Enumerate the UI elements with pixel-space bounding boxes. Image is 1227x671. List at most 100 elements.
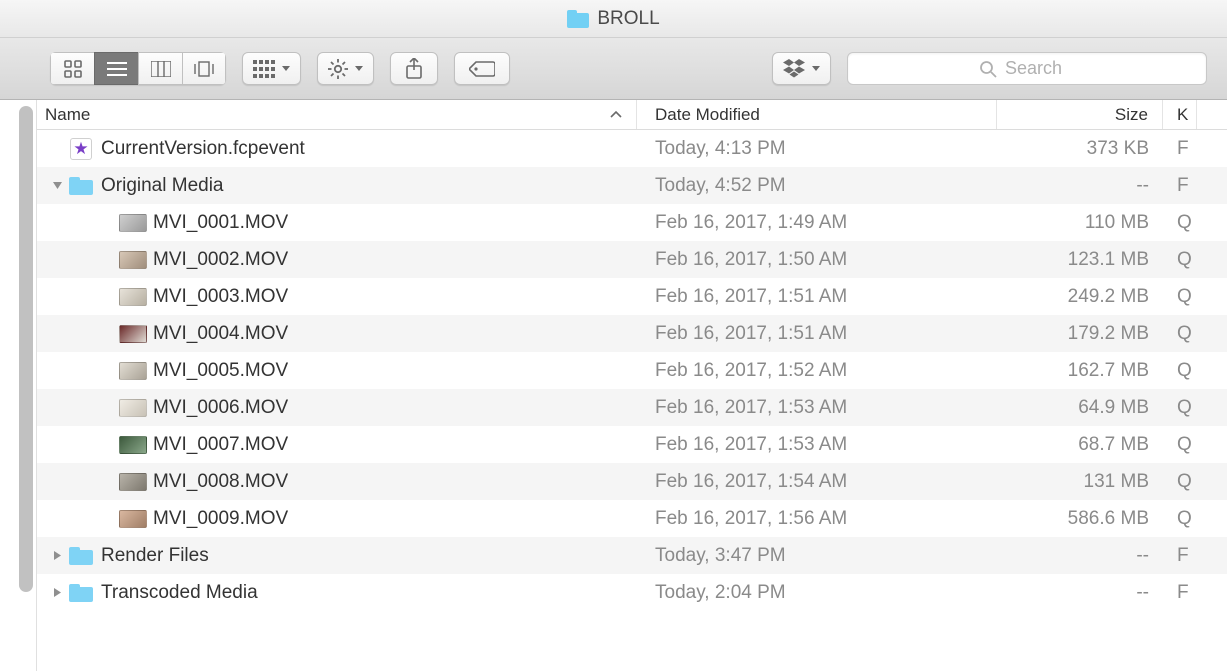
- file-size: 131 MB: [997, 471, 1163, 493]
- file-row[interactable]: MVI_0004.MOVFeb 16, 2017, 1:51 AM179.2 M…: [37, 315, 1227, 352]
- scrollbar[interactable]: [19, 106, 33, 596]
- video-thumbnail-icon: [119, 214, 147, 232]
- video-thumbnail-icon: [119, 473, 147, 491]
- folder-icon: [69, 177, 93, 195]
- file-size: --: [997, 175, 1163, 197]
- file-row[interactable]: MVI_0001.MOV Feb 16, 2017, 1:49 AM110 MBQ: [37, 204, 1227, 241]
- coverflow-view-button[interactable]: [182, 52, 226, 85]
- file-kind: Q: [1163, 323, 1197, 345]
- titlebar: BROLL: [0, 0, 1227, 38]
- action-button[interactable]: [317, 52, 374, 85]
- file-size: 179.2 MB: [997, 323, 1163, 345]
- file-name: MVI_0007.MOV: [153, 434, 288, 456]
- content-area: Name Date Modified Size K ★ CurrentVersio…: [0, 100, 1227, 671]
- file-size: 249.2 MB: [997, 286, 1163, 308]
- search-field[interactable]: [847, 52, 1207, 85]
- column-header-date[interactable]: Date Modified: [637, 100, 997, 129]
- column-header-size[interactable]: Size: [997, 100, 1163, 129]
- file-size: 162.7 MB: [997, 360, 1163, 382]
- video-thumbnail-icon: [119, 288, 147, 306]
- file-row[interactable]: MVI_0009.MOV Feb 16, 2017, 1:56 AM586.6 M…: [37, 500, 1227, 537]
- file-name: MVI_0008.MOV: [153, 471, 288, 493]
- file-kind: F: [1163, 545, 1197, 567]
- file-row[interactable]: Original MediaToday, 4:52 PM--F: [37, 167, 1227, 204]
- file-date: Today, 2:04 PM: [637, 582, 997, 604]
- file-name: MVI_0003.MOV: [153, 286, 288, 308]
- file-kind: Q: [1163, 286, 1197, 308]
- file-size: 586.6 MB: [997, 508, 1163, 530]
- file-size: --: [997, 545, 1163, 567]
- file-kind: Q: [1163, 249, 1197, 271]
- file-kind: Q: [1163, 434, 1197, 456]
- dropbox-button[interactable]: [772, 52, 831, 85]
- column-header-name[interactable]: Name: [37, 100, 637, 129]
- file-name: MVI_0006.MOV: [153, 397, 288, 419]
- file-date: Feb 16, 2017, 1:49 AM: [637, 212, 997, 234]
- view-mode-group: [50, 52, 226, 85]
- file-date: Feb 16, 2017, 1:53 AM: [637, 397, 997, 419]
- file-name: CurrentVersion.fcpevent: [101, 138, 305, 160]
- file-date: Feb 16, 2017, 1:50 AM: [637, 249, 997, 271]
- file-kind: Q: [1163, 508, 1197, 530]
- file-kind: F: [1163, 138, 1197, 160]
- column-view-button[interactable]: [138, 52, 182, 85]
- file-date: Today, 4:13 PM: [637, 138, 997, 160]
- file-name: MVI_0002.MOV: [153, 249, 288, 271]
- window-title: BROLL: [597, 8, 659, 30]
- search-input[interactable]: [1005, 58, 1075, 79]
- file-row[interactable]: MVI_0002.MOVFeb 16, 2017, 1:50 AM123.1 M…: [37, 241, 1227, 278]
- file-date: Feb 16, 2017, 1:56 AM: [637, 508, 997, 530]
- file-date: Feb 16, 2017, 1:52 AM: [637, 360, 997, 382]
- file-row[interactable]: Transcoded Media Today, 2:04 PM--F: [37, 574, 1227, 611]
- file-row[interactable]: MVI_0005.MOV Feb 16, 2017, 1:52 AM162.7 M…: [37, 352, 1227, 389]
- disclosure-triangle-icon[interactable]: [47, 587, 67, 598]
- video-thumbnail-icon: [119, 251, 147, 269]
- disclosure-triangle-icon[interactable]: [47, 550, 67, 561]
- video-thumbnail-icon: [119, 399, 147, 417]
- search-icon: [979, 60, 997, 78]
- video-thumbnail-icon: [119, 436, 147, 454]
- file-name: Render Files: [101, 545, 209, 567]
- list-view-button[interactable]: [94, 52, 138, 85]
- arrange-button[interactable]: [242, 52, 301, 85]
- share-button[interactable]: [390, 52, 438, 85]
- file-row[interactable]: MVI_0007.MOV Feb 16, 2017, 1:53 AM68.7 MB…: [37, 426, 1227, 463]
- sort-ascending-icon: [610, 111, 622, 119]
- file-row[interactable]: MVI_0008.MOVFeb 16, 2017, 1:54 AM131 MBQ: [37, 463, 1227, 500]
- file-name: Transcoded Media: [101, 582, 258, 604]
- folder-icon: [567, 10, 589, 28]
- file-kind: F: [1163, 175, 1197, 197]
- file-size: 110 MB: [997, 212, 1163, 234]
- file-kind: Q: [1163, 212, 1197, 234]
- file-date: Feb 16, 2017, 1:51 AM: [637, 286, 997, 308]
- file-row[interactable]: Render FilesToday, 3:47 PM--F: [37, 537, 1227, 574]
- icon-view-button[interactable]: [50, 52, 94, 85]
- file-size: --: [997, 582, 1163, 604]
- file-date: Feb 16, 2017, 1:53 AM: [637, 434, 997, 456]
- file-list: Name Date Modified Size K ★ CurrentVersio…: [37, 100, 1227, 671]
- fcpevent-icon: ★: [70, 138, 92, 160]
- file-kind: Q: [1163, 360, 1197, 382]
- file-size: 373 KB: [997, 138, 1163, 160]
- left-gutter: [0, 100, 37, 671]
- toolbar: [0, 38, 1227, 100]
- video-thumbnail-icon: [119, 510, 147, 528]
- file-name: MVI_0005.MOV: [153, 360, 288, 382]
- folder-icon: [69, 547, 93, 565]
- file-name: MVI_0009.MOV: [153, 508, 288, 530]
- file-row[interactable]: ★ CurrentVersion.fcpevent Today, 4:13 PM37…: [37, 130, 1227, 167]
- tags-button[interactable]: [454, 52, 510, 85]
- file-row[interactable]: MVI_0003.MOV Feb 16, 2017, 1:51 AM249.2 M…: [37, 278, 1227, 315]
- disclosure-triangle-icon[interactable]: [47, 180, 67, 191]
- file-size: 64.9 MB: [997, 397, 1163, 419]
- video-thumbnail-icon: [119, 325, 147, 343]
- file-row[interactable]: MVI_0006.MOV Feb 16, 2017, 1:53 AM64.9 MB…: [37, 389, 1227, 426]
- file-kind: Q: [1163, 471, 1197, 493]
- file-size: 68.7 MB: [997, 434, 1163, 456]
- file-date: Today, 4:52 PM: [637, 175, 997, 197]
- video-thumbnail-icon: [119, 362, 147, 380]
- column-header-kind[interactable]: K: [1163, 100, 1197, 129]
- file-name: MVI_0001.MOV: [153, 212, 288, 234]
- file-kind: F: [1163, 582, 1197, 604]
- folder-icon: [69, 584, 93, 602]
